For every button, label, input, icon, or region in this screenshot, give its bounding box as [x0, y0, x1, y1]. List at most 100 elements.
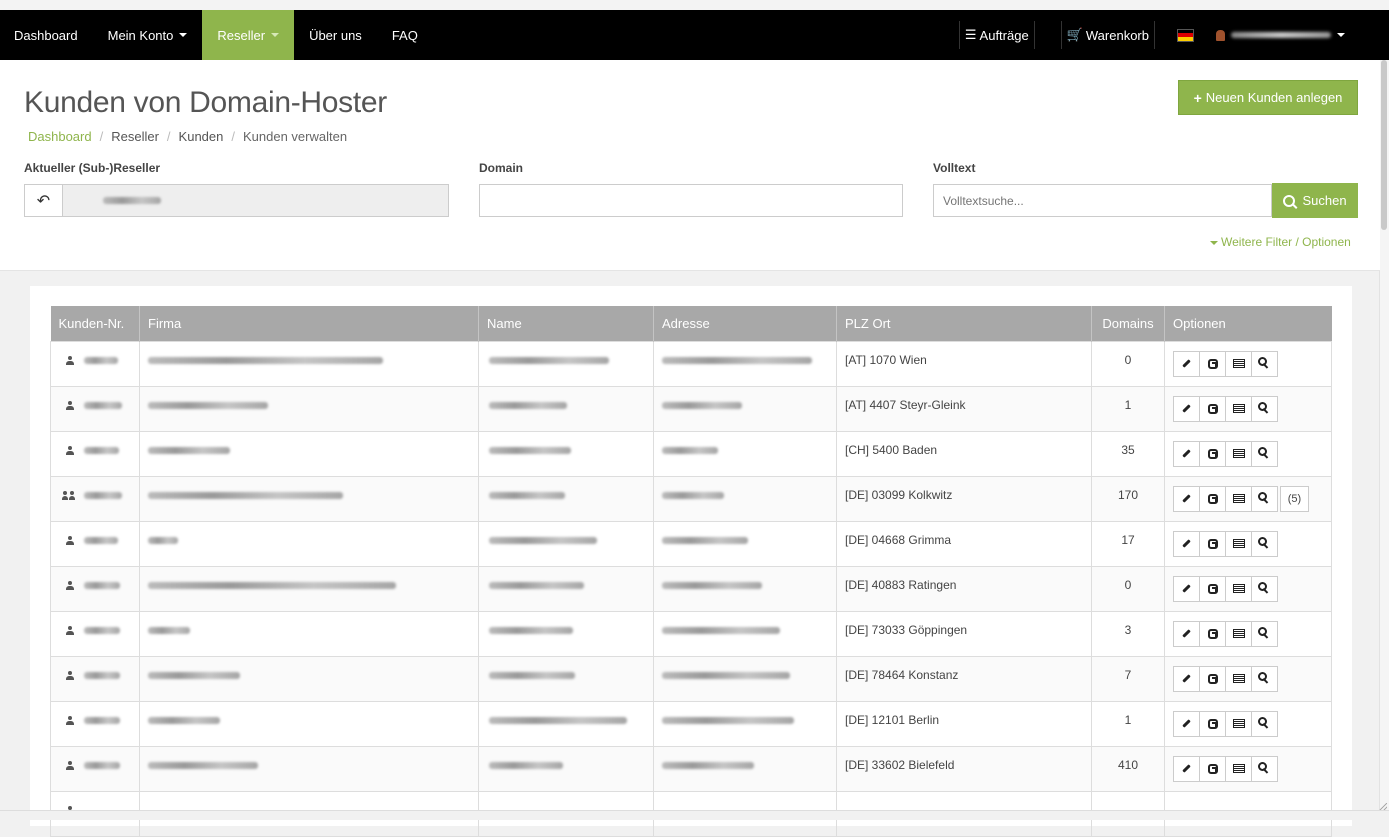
col-firma[interactable]: Firma: [139, 306, 479, 341]
nav-dashboard[interactable]: Dashboard: [0, 10, 93, 60]
access-key-button[interactable]: [1251, 620, 1278, 647]
details-button[interactable]: [1225, 395, 1252, 422]
details-button[interactable]: [1225, 575, 1252, 602]
access-key-button[interactable]: [1251, 755, 1278, 782]
cell-adresse: [653, 610, 837, 657]
login-as-button[interactable]: [1199, 710, 1226, 737]
share-icon: [1207, 673, 1218, 684]
cell-kunden-nr: [50, 610, 140, 657]
access-key-button[interactable]: [1251, 485, 1278, 512]
pencil-icon: [1182, 629, 1191, 638]
group-icon: [62, 490, 76, 500]
edit-button[interactable]: [1173, 620, 1200, 647]
details-button[interactable]: [1225, 755, 1252, 782]
details-button[interactable]: [1225, 485, 1252, 512]
back-button[interactable]: ↶: [24, 184, 63, 217]
pencil-icon: [1182, 674, 1191, 683]
table-row[interactable]: [DE] 12101 Berlin 1: [50, 700, 1332, 747]
edit-button[interactable]: [1173, 665, 1200, 692]
nav-mein-konto[interactable]: Mein Konto: [93, 10, 203, 60]
details-button[interactable]: [1225, 530, 1252, 557]
login-as-button[interactable]: [1199, 350, 1226, 377]
nav-ueber-uns[interactable]: Über uns: [294, 10, 377, 60]
col-kunden-nr[interactable]: Kunden-Nr.: [50, 306, 140, 341]
nav-reseller[interactable]: Reseller: [202, 10, 295, 60]
table-row[interactable]: [DE] 78464 Konstanz 7: [50, 655, 1332, 702]
key-icon: [1258, 627, 1267, 636]
orders-label: Aufträge: [979, 27, 1029, 43]
table-row[interactable]: [DE] 04668 Grimma 17: [50, 520, 1332, 567]
table-row[interactable]: [AT] 4407 Steyr-Gleink 1: [50, 385, 1332, 432]
list-icon: [1232, 764, 1245, 773]
cell-plz-ort: [DE] 40883 Ratingen: [836, 565, 1092, 612]
language-flag-icon[interactable]: [1177, 28, 1194, 42]
table-row[interactable]: [DE] 40883 Ratingen 0: [50, 565, 1332, 612]
login-as-button[interactable]: [1199, 755, 1226, 782]
volltext-input[interactable]: [933, 184, 1272, 217]
details-button[interactable]: [1225, 665, 1252, 692]
redacted-company: [148, 626, 190, 634]
row-options: [1173, 665, 1323, 692]
breadcrumb-dashboard[interactable]: Dashboard: [28, 129, 92, 144]
access-key-button[interactable]: [1251, 575, 1278, 602]
access-key-button[interactable]: [1251, 710, 1278, 737]
nav-faq[interactable]: FAQ: [377, 10, 433, 60]
access-key-button[interactable]: [1251, 665, 1278, 692]
col-plz-ort[interactable]: PLZ Ort: [836, 306, 1092, 341]
user-menu[interactable]: [1216, 29, 1345, 41]
login-as-button[interactable]: [1199, 485, 1226, 512]
cell-plz-ort: [DE] 33602 Bielefeld: [836, 745, 1092, 792]
edit-button[interactable]: [1173, 395, 1200, 422]
details-button[interactable]: [1225, 710, 1252, 737]
more-filters-link[interactable]: Weitere Filter / Optionen: [1210, 235, 1351, 249]
user-icon: [66, 535, 74, 545]
cell-name: [478, 385, 654, 432]
redacted-address: [662, 716, 794, 724]
cell-domains: 0: [1091, 340, 1165, 387]
nav-faq-label: FAQ: [391, 27, 418, 43]
details-button[interactable]: [1225, 350, 1252, 377]
orders-button[interactable]: ☰ Aufträge: [958, 21, 1035, 49]
customer-table: Kunden-Nr. Firma Name Adresse PLZ Ort Do…: [50, 306, 1332, 837]
edit-button[interactable]: [1173, 440, 1200, 467]
login-as-button[interactable]: [1199, 620, 1226, 647]
edit-button[interactable]: [1173, 485, 1200, 512]
login-as-button[interactable]: [1199, 440, 1226, 467]
scrollbar-thumb[interactable]: [1381, 60, 1387, 230]
redacted-customer-number: [84, 536, 118, 544]
share-icon: [1207, 403, 1218, 414]
vertical-scrollbar[interactable]: [1379, 60, 1389, 810]
col-adresse[interactable]: Adresse: [653, 306, 837, 341]
login-as-button[interactable]: [1199, 665, 1226, 692]
login-as-button[interactable]: [1199, 575, 1226, 602]
access-key-button[interactable]: [1251, 530, 1278, 557]
domain-input[interactable]: [479, 184, 903, 217]
nav-reseller-label: Reseller: [217, 27, 266, 43]
new-customer-button[interactable]: + Neuen Kunden anlegen: [1178, 80, 1358, 115]
col-domains[interactable]: Domains: [1091, 306, 1165, 341]
table-row[interactable]: [DE] 03099 Kolkwitz 170 (5): [50, 475, 1332, 522]
redacted-company: [148, 401, 268, 409]
cart-button[interactable]: 🛒 Warenkorb: [1060, 21, 1155, 49]
table-row[interactable]: [DE] 73033 Göppingen 3: [50, 610, 1332, 657]
table-row[interactable]: [DE] 33602 Bielefeld 410: [50, 745, 1332, 792]
edit-button[interactable]: [1173, 755, 1200, 782]
access-key-button[interactable]: [1251, 395, 1278, 422]
details-button[interactable]: [1225, 440, 1252, 467]
edit-button[interactable]: [1173, 530, 1200, 557]
table-row[interactable]: [AT] 1070 Wien 0: [50, 340, 1332, 387]
details-button[interactable]: [1225, 620, 1252, 647]
access-key-button[interactable]: [1251, 440, 1278, 467]
contacts-count-button[interactable]: (5): [1280, 485, 1309, 512]
cell-optionen: [1164, 340, 1332, 387]
col-name[interactable]: Name: [478, 306, 654, 341]
search-button[interactable]: Suchen: [1272, 183, 1358, 218]
login-as-button[interactable]: [1199, 395, 1226, 422]
access-key-button[interactable]: [1251, 350, 1278, 377]
table-row[interactable]: [CH] 5400 Baden 35: [50, 430, 1332, 477]
edit-button[interactable]: [1173, 575, 1200, 602]
cell-optionen: [1164, 745, 1332, 792]
edit-button[interactable]: [1173, 350, 1200, 377]
edit-button[interactable]: [1173, 710, 1200, 737]
login-as-button[interactable]: [1199, 530, 1226, 557]
